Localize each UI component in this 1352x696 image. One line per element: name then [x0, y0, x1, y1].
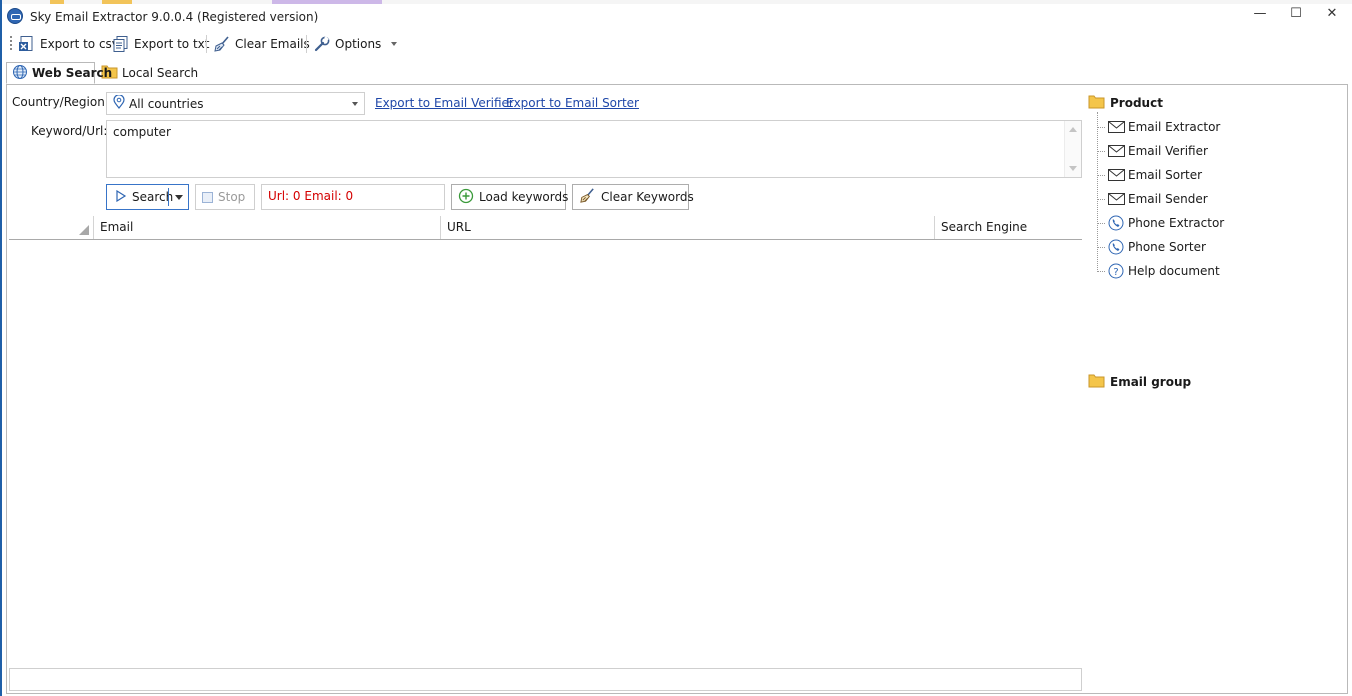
column-header-url[interactable]: URL — [440, 216, 935, 239]
tree-item-label: Email Verifier — [1128, 144, 1208, 158]
tab-local-search-label: Local Search — [122, 66, 199, 80]
toolbar-grip[interactable] — [10, 36, 12, 52]
csv-file-icon — [18, 35, 36, 53]
tree-item-label: Email Extractor — [1128, 120, 1221, 134]
clear-emails-button[interactable]: Clear Emails — [213, 34, 310, 54]
close-button[interactable]: ✕ — [1314, 4, 1350, 26]
tree-item-label: Phone Extractor — [1128, 216, 1225, 230]
keyword-scrollbar[interactable] — [1064, 121, 1081, 177]
envelope-icon — [1107, 191, 1125, 207]
main-toolbar: Export to csv Export to txt Clear Emails… — [2, 31, 1352, 57]
tree-node-email-group-label: Email group — [1110, 375, 1192, 389]
stop-square-icon — [202, 191, 213, 203]
tree-item-label: Phone Sorter — [1128, 240, 1206, 254]
chevron-down-icon[interactable] — [352, 102, 358, 106]
tab-web-search[interactable]: Web Search — [6, 62, 112, 84]
column-header-email[interactable]: Email — [94, 216, 441, 239]
toolbar-separator — [206, 35, 207, 53]
export-txt-label: Export to txt — [134, 37, 210, 51]
export-txt-button[interactable]: Export to txt — [112, 34, 209, 54]
chevron-down-icon — [391, 42, 398, 46]
results-grid-body[interactable] — [9, 240, 1082, 665]
broom-icon — [213, 35, 231, 53]
folder-icon — [1088, 373, 1105, 391]
tree-item-email-sender[interactable]: Email Sender — [1097, 189, 1208, 209]
status-counts: Url: 0 Email: 0 — [268, 189, 354, 203]
play-icon — [115, 189, 127, 205]
txt-file-icon — [112, 35, 130, 53]
clear-keywords-label: Clear Keywords — [601, 190, 694, 204]
search-button[interactable]: Search — [106, 184, 189, 210]
window-left-edge — [0, 0, 2, 696]
envelope-icon — [1107, 143, 1125, 159]
column-header-search-engine[interactable]: Search Engine — [934, 216, 1082, 239]
grid-select-all-corner[interactable] — [9, 216, 94, 239]
tree-item-phone-sorter[interactable]: Phone Sorter — [1097, 237, 1206, 257]
tree-node-email-group[interactable]: Email group — [1088, 373, 1191, 391]
title-bar: Sky Email Extractor 9.0.0.4 (Registered … — [2, 4, 1352, 30]
options-button[interactable]: Options — [313, 34, 398, 54]
wrench-icon — [313, 35, 331, 53]
keyword-label: Keyword/Url: — [31, 124, 108, 138]
add-circle-icon — [458, 188, 474, 207]
keyword-value: computer — [113, 125, 171, 139]
load-keywords-label: Load keywords — [479, 190, 569, 204]
tree-node-product-label: Product — [1110, 96, 1163, 110]
status-bar — [9, 668, 1082, 691]
minimize-button[interactable]: — — [1242, 4, 1278, 26]
chevron-down-icon[interactable] — [175, 195, 183, 200]
tree-item-label: Email Sorter — [1128, 168, 1203, 182]
svg-text:?: ? — [1113, 267, 1118, 278]
export-csv-label: Export to csv — [40, 37, 119, 51]
options-label: Options — [335, 37, 382, 51]
results-grid-header: Email URL Search Engine — [9, 216, 1082, 240]
folder-icon — [1088, 94, 1105, 112]
envelope-icon — [1107, 119, 1125, 135]
product-tree: Product Email Extractor Email Verifier E… — [1088, 94, 1338, 394]
toolbar-separator — [306, 35, 307, 53]
tree-item-email-sorter[interactable]: Email Sorter — [1097, 165, 1202, 185]
load-keywords-button[interactable]: Load keywords — [451, 184, 569, 210]
tree-node-product[interactable]: Product — [1088, 94, 1163, 112]
tree-item-help-document[interactable]: ? Help document — [1097, 261, 1220, 281]
envelope-icon — [1107, 167, 1125, 183]
app-window: Sky Email Extractor 9.0.0.4 (Registered … — [0, 0, 1352, 696]
window-title: Sky Email Extractor 9.0.0.4 (Registered … — [30, 10, 319, 24]
broom-icon — [579, 187, 596, 207]
help-icon: ? — [1107, 263, 1125, 279]
tree-item-phone-extractor[interactable]: Phone Extractor — [1097, 213, 1224, 233]
export-verifier-link[interactable]: Export to Email Verifier — [375, 96, 514, 110]
location-pin-icon — [113, 94, 125, 112]
tree-item-email-verifier[interactable]: Email Verifier — [1097, 141, 1208, 161]
app-logo-icon — [7, 8, 23, 24]
tree-item-email-extractor[interactable]: Email Extractor — [1097, 117, 1220, 137]
clear-keywords-button[interactable]: Clear Keywords — [572, 184, 694, 210]
export-sorter-link[interactable]: Export to Email Sorter — [506, 96, 639, 110]
country-value: All countries — [129, 96, 204, 111]
country-label: Country/Region: — [12, 95, 109, 109]
scroll-down-icon[interactable] — [1069, 166, 1077, 171]
tab-web-search-label: Web Search — [32, 66, 113, 80]
maximize-button[interactable]: ☐ — [1278, 4, 1314, 26]
scroll-up-icon[interactable] — [1069, 127, 1077, 132]
status-box: Url: 0 Email: 0 — [261, 184, 445, 210]
stop-button[interactable]: Stop — [195, 184, 255, 210]
clear-emails-label: Clear Emails — [235, 37, 310, 51]
stop-label: Stop — [218, 190, 246, 204]
tree-item-label: Help document — [1128, 264, 1220, 278]
phone-icon — [1107, 239, 1125, 255]
globe-icon — [12, 64, 28, 83]
search-split-divider — [168, 188, 169, 206]
keyword-input[interactable]: computer — [106, 120, 1082, 178]
export-csv-button[interactable]: Export to csv — [18, 34, 119, 54]
phone-icon — [1107, 215, 1125, 231]
tree-item-label: Email Sender — [1128, 192, 1208, 206]
country-select[interactable]: All countries — [106, 92, 365, 115]
